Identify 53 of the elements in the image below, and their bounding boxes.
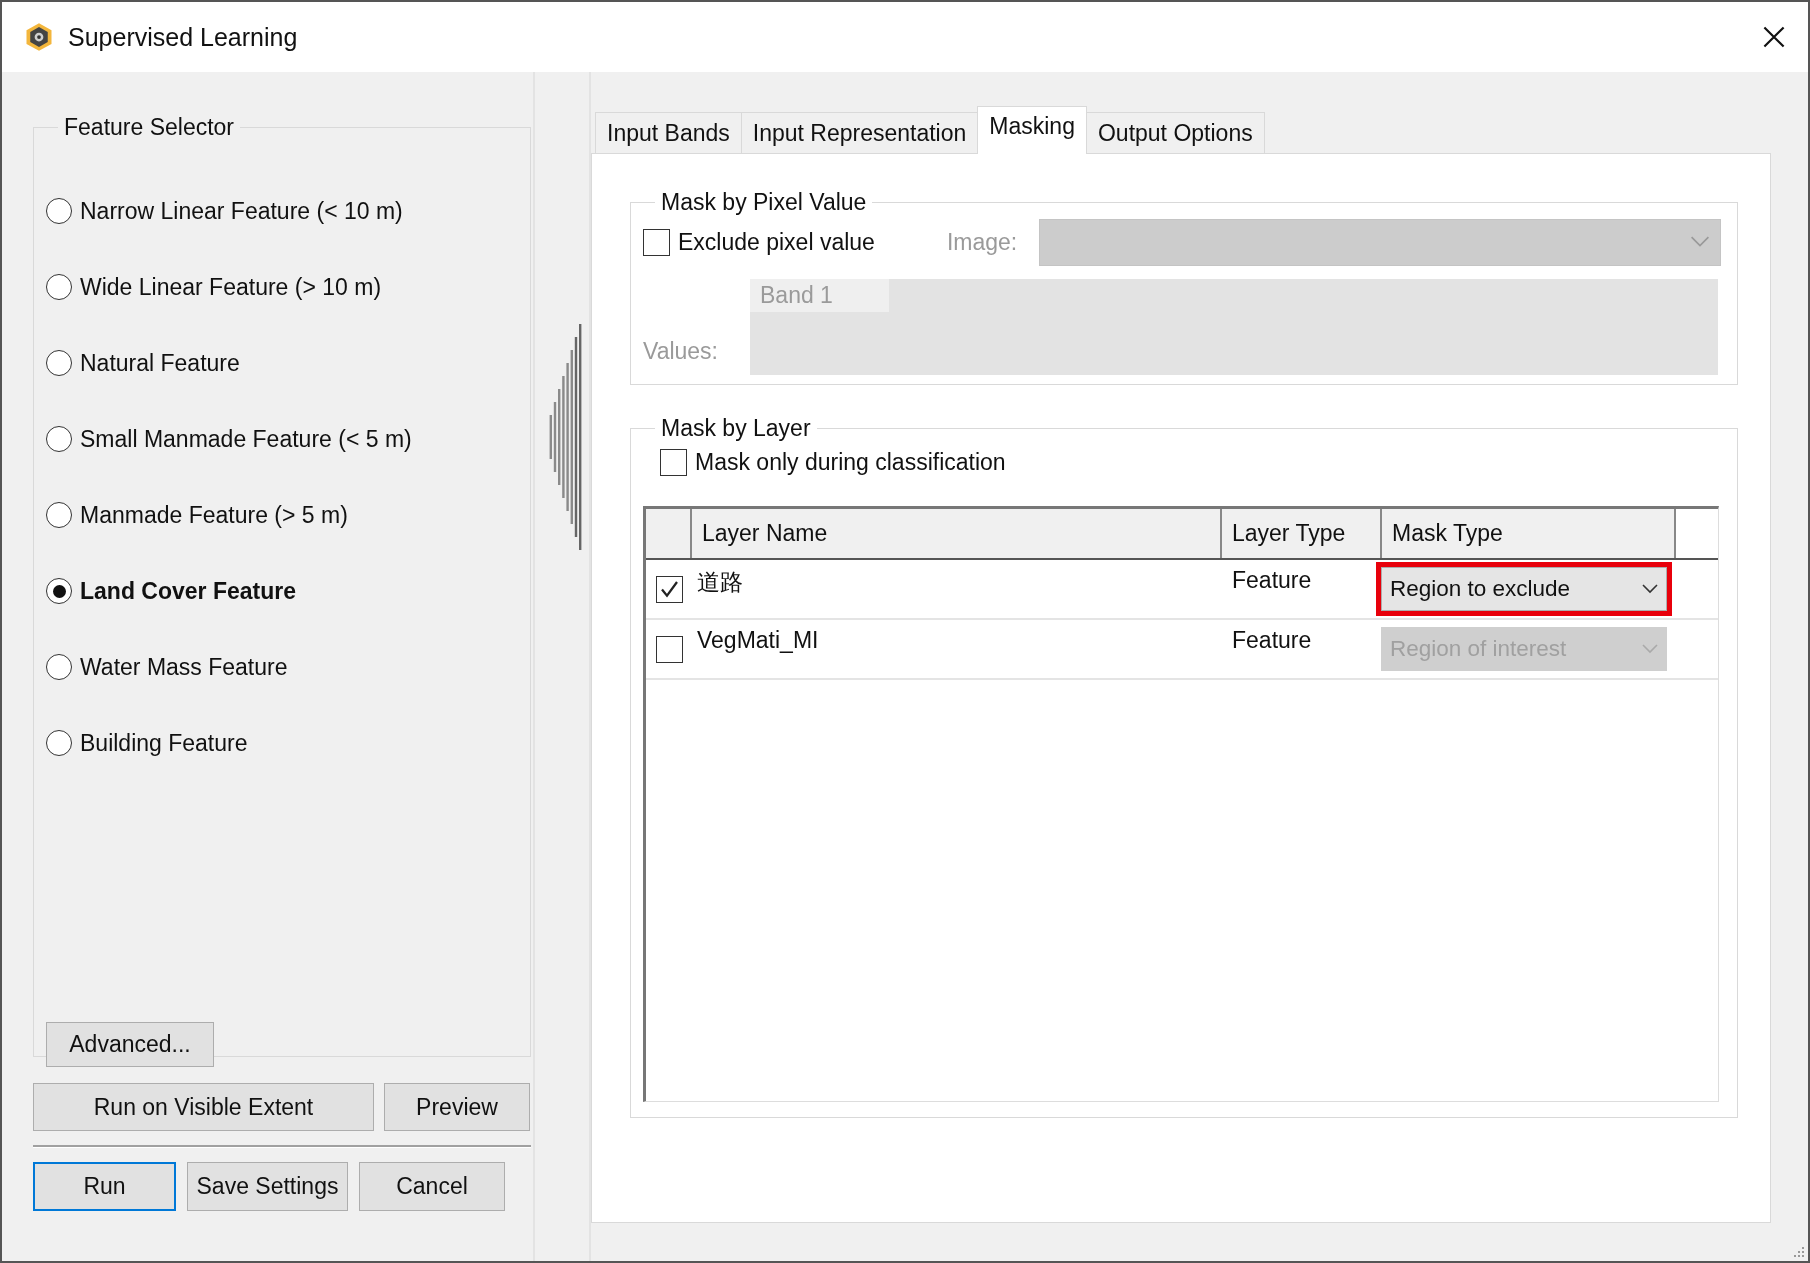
window-title: Supervised Learning <box>68 22 299 52</box>
radio-label[interactable]: Water Mass Feature <box>80 653 288 681</box>
resize-grip-icon[interactable] <box>1793 1246 1805 1258</box>
tab[interactable]: Masking <box>977 106 1087 154</box>
table-cell-text: VegMati_MI <box>696 626 820 655</box>
chevron-down-icon <box>1690 236 1711 248</box>
field-label: Values: <box>643 338 719 365</box>
radio-label[interactable]: Small Manmade Feature (< 5 m) <box>80 425 412 453</box>
tab[interactable]: Output Options <box>1085 112 1265 154</box>
checkbox[interactable] <box>655 575 683 603</box>
row-header-corner <box>646 509 692 558</box>
column-header[interactable]: Layer Type <box>1222 509 1382 558</box>
advanced-button[interactable]: Advanced... <box>46 1022 214 1067</box>
checkbox-label[interactable]: Mask only during classification <box>695 448 1006 476</box>
radio-label[interactable]: Narrow Linear Feature (< 10 m) <box>80 197 403 225</box>
radio-button[interactable] <box>46 274 72 300</box>
close-icon[interactable] <box>1762 25 1786 49</box>
mask-type-dropdown[interactable]: Region to exclude <box>1381 567 1667 611</box>
radio-button[interactable] <box>46 578 72 604</box>
radio-button[interactable] <box>46 730 72 756</box>
table-cell-text: Feature <box>1231 626 1313 655</box>
preview-button[interactable]: Preview <box>384 1083 530 1131</box>
tab[interactable]: Input Bands <box>595 112 742 154</box>
run-button[interactable]: Run <box>33 1162 176 1211</box>
checkbox[interactable] <box>643 228 670 256</box>
save-settings-button[interactable]: Save Settings <box>187 1162 348 1211</box>
run-visible-extent-button[interactable]: Run on Visible Extent <box>33 1083 374 1131</box>
radio-label[interactable]: Natural Feature <box>80 349 240 377</box>
checkbox[interactable] <box>655 635 683 663</box>
column-header: Band 1 <box>750 279 889 312</box>
radio-label[interactable]: Manmade Feature (> 5 m) <box>80 501 348 529</box>
table-cell-text: 道路 <box>696 568 744 597</box>
column-header[interactable]: Layer Name <box>692 509 1222 558</box>
checkbox[interactable] <box>660 448 687 476</box>
group-title: Feature Selector <box>63 114 236 141</box>
group-title: Mask by Layer <box>660 415 812 442</box>
radio-button[interactable] <box>46 654 72 680</box>
radio-button[interactable] <box>46 426 72 452</box>
field-label: Image: <box>946 228 1018 256</box>
checkbox-label[interactable]: Exclude pixel value <box>678 228 875 256</box>
table-cell-text: Feature <box>1231 566 1313 595</box>
group-title: Mask by Pixel Value <box>660 189 868 216</box>
radio-button[interactable] <box>46 350 72 376</box>
chevron-down-icon <box>1642 644 1658 654</box>
radio-button[interactable] <box>46 502 72 528</box>
radio-label[interactable]: Building Feature <box>80 729 248 757</box>
column-header[interactable]: Mask Type <box>1382 509 1676 558</box>
app-logo-icon <box>24 22 54 52</box>
chevron-down-icon <box>1642 584 1658 594</box>
radio-label[interactable]: Land Cover Feature <box>80 577 296 605</box>
cancel-button[interactable]: Cancel <box>359 1162 505 1211</box>
radio-label[interactable]: Wide Linear Feature (> 10 m) <box>80 273 382 301</box>
radio-button[interactable] <box>46 198 72 224</box>
